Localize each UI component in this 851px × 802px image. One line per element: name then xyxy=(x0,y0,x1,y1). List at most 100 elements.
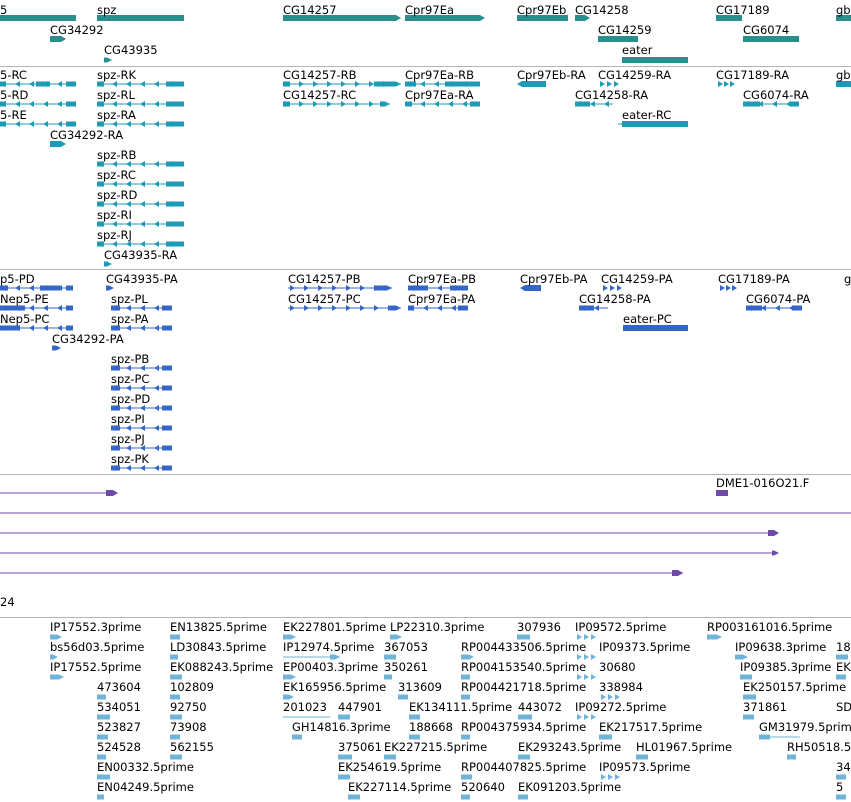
protein-label[interactable]: eater-PC xyxy=(623,313,672,326)
est-label[interactable]: 534051 xyxy=(97,701,141,714)
est-label[interactable]: 524528 xyxy=(97,741,141,754)
est-label[interactable]: bs56d03.5prime xyxy=(50,641,144,654)
gene-label[interactable]: CG43935 xyxy=(104,44,158,57)
protein-label[interactable]: Cpr97Ea-PB xyxy=(408,273,476,286)
transcript-label[interactable]: CG14258-RA xyxy=(575,89,648,102)
est-label[interactable]: IP17552.3prime xyxy=(50,621,141,634)
transcript-label[interactable]: CG14257-RC xyxy=(283,89,356,102)
est-label[interactable]: 523827 xyxy=(97,721,141,734)
transcript-label[interactable]: spz-RI xyxy=(97,209,132,222)
est-label[interactable]: 5 xyxy=(836,781,843,794)
est-label[interactable]: 520640 xyxy=(461,781,505,794)
est-label[interactable]: EK088243.5prime xyxy=(170,661,273,674)
est-label[interactable]: 188668 xyxy=(409,721,453,734)
transcript-label[interactable]: 5-RC xyxy=(0,69,27,82)
transcript-label[interactable]: CG17189-RA xyxy=(716,69,789,82)
protein-label[interactable]: CG34292-PA xyxy=(52,333,124,346)
est-label[interactable]: GH14816.3prime xyxy=(292,721,391,734)
protein-label[interactable]: CG14258-PA xyxy=(579,293,651,306)
genome-browser-viewport[interactable]: 5 spz CG34292 CG43935 CG14257 Cpr97Ea Cp… xyxy=(0,0,851,802)
transcript-label[interactable]: eater-RC xyxy=(622,109,671,122)
transcript-label[interactable]: Cpr97Ea-RA xyxy=(405,89,474,102)
transcript-label[interactable]: spz-RA xyxy=(97,109,136,122)
est-label[interactable]: EK227801.5prime xyxy=(283,621,386,634)
est-label[interactable]: 443072 xyxy=(518,701,562,714)
gene-label[interactable]: CG14258 xyxy=(575,4,629,17)
est-label[interactable]: IP09638.3prime xyxy=(735,641,826,654)
protein-label[interactable]: Nep5-PE xyxy=(0,293,49,306)
gene-label[interactable]: 5 xyxy=(0,4,7,17)
transcript-label[interactable]: spz-RD xyxy=(97,189,137,202)
gene-label[interactable]: spz xyxy=(97,4,116,17)
transcript-label[interactable]: spz-RC xyxy=(97,169,136,182)
protein-label[interactable]: CG14259-PA xyxy=(601,273,673,286)
est-label[interactable]: IP09572.5prime xyxy=(575,621,666,634)
transcript-label[interactable]: Cpr97Ea-RB xyxy=(405,69,474,82)
protein-label[interactable]: Cpr97Ea-PA xyxy=(408,293,475,306)
gene-label[interactable]: CG6074 xyxy=(743,24,789,37)
transcript-label[interactable]: CG6074-RA xyxy=(743,89,809,102)
est-label[interactable]: 73908 xyxy=(170,721,207,734)
est-label[interactable]: EN04249.5prime xyxy=(97,781,194,794)
gene-label[interactable]: CG14259 xyxy=(598,24,652,37)
transcript-label[interactable]: spz-RK xyxy=(97,69,136,82)
est-label[interactable]: RP004421718.5prime xyxy=(461,681,586,694)
cdna-label[interactable]: DME1-016O21.F xyxy=(716,477,809,490)
transcript-label[interactable]: spz-RJ xyxy=(97,229,132,242)
est-label[interactable]: 34 xyxy=(836,761,851,774)
est-label[interactable]: 313609 xyxy=(398,681,442,694)
est-label[interactable]: 375061 xyxy=(338,741,382,754)
est-label[interactable]: 30680 xyxy=(599,661,636,674)
est-label[interactable]: 92750 xyxy=(170,701,207,714)
est-label[interactable]: LP22310.3prime xyxy=(390,621,484,634)
transcript-label[interactable]: Cpr97Eb-RA xyxy=(517,69,586,82)
est-label[interactable]: 447901 xyxy=(338,701,382,714)
est-label[interactable]: EN00332.5prime xyxy=(97,761,194,774)
protein-label[interactable]: CG6074-PA xyxy=(746,293,810,306)
est-label[interactable]: 18 xyxy=(836,641,851,654)
est-label[interactable]: RP004407825.5prime xyxy=(461,761,586,774)
protein-label[interactable]: CG17189-PA xyxy=(718,273,790,286)
gene-label[interactable]: CG14257 xyxy=(283,4,337,17)
protein-label[interactable]: spz-PC xyxy=(111,373,149,386)
gene-label[interactable]: Cpr97Eb xyxy=(517,4,566,17)
gene-label[interactable]: Cpr97Ea xyxy=(405,4,454,17)
protein-label[interactable]: p5-PD xyxy=(0,273,35,286)
est-label[interactable]: HL01967.5prime xyxy=(636,741,732,754)
est-label[interactable]: LD30843.5prime xyxy=(170,641,266,654)
transcript-label[interactable]: CG43935-RA xyxy=(104,249,177,262)
gene-label[interactable]: gb xyxy=(836,4,851,17)
est-label[interactable]: 102809 xyxy=(170,681,214,694)
gene-label[interactable]: CG34292 xyxy=(50,24,104,37)
protein-label[interactable]: CG14257-PB xyxy=(288,273,361,286)
gene-label[interactable]: CG17189 xyxy=(716,4,770,17)
protein-label[interactable]: spz-PD xyxy=(111,393,150,406)
est-label[interactable]: IP09272.5prime xyxy=(575,701,666,714)
est-label[interactable]: EK227114.5prime xyxy=(348,781,451,794)
cdna-label[interactable]: 24 xyxy=(0,596,15,609)
protein-label[interactable]: g xyxy=(844,273,851,286)
est-label[interactable]: RH50518.5 xyxy=(787,741,851,754)
transcript-label[interactable]: gb xyxy=(836,69,851,82)
est-label[interactable]: 201023 xyxy=(283,701,327,714)
est-label[interactable]: IP12974.5prime xyxy=(283,641,374,654)
est-label[interactable]: 367053 xyxy=(384,641,428,654)
est-label[interactable]: EK134111.5prime xyxy=(409,701,512,714)
est-label[interactable]: SD xyxy=(836,701,851,714)
est-label[interactable]: EK227215.5prime xyxy=(384,741,487,754)
est-label[interactable]: IP09373.5prime xyxy=(599,641,690,654)
transcript-label[interactable]: CG14259-RA xyxy=(598,69,671,82)
est-label[interactable]: 473604 xyxy=(97,681,141,694)
est-label[interactable]: GM31979.5prime xyxy=(759,721,851,734)
protein-label[interactable]: CG14257-PC xyxy=(288,293,361,306)
protein-label[interactable]: Cpr97Eb-PA xyxy=(520,273,587,286)
est-label[interactable]: EK091203.5prime xyxy=(518,781,621,794)
est-label[interactable]: 562155 xyxy=(170,741,214,754)
transcript-label[interactable]: 5-RD xyxy=(0,89,28,102)
protein-label[interactable]: spz-PI xyxy=(111,413,145,426)
est-label[interactable]: EK254619.5prime xyxy=(338,761,441,774)
transcript-label[interactable]: 5-RE xyxy=(0,109,27,122)
transcript-label[interactable]: CG14257-RB xyxy=(283,69,357,82)
est-label[interactable]: RP004153540.5prime xyxy=(461,661,586,674)
est-label[interactable]: EK165956.5prime xyxy=(283,681,386,694)
